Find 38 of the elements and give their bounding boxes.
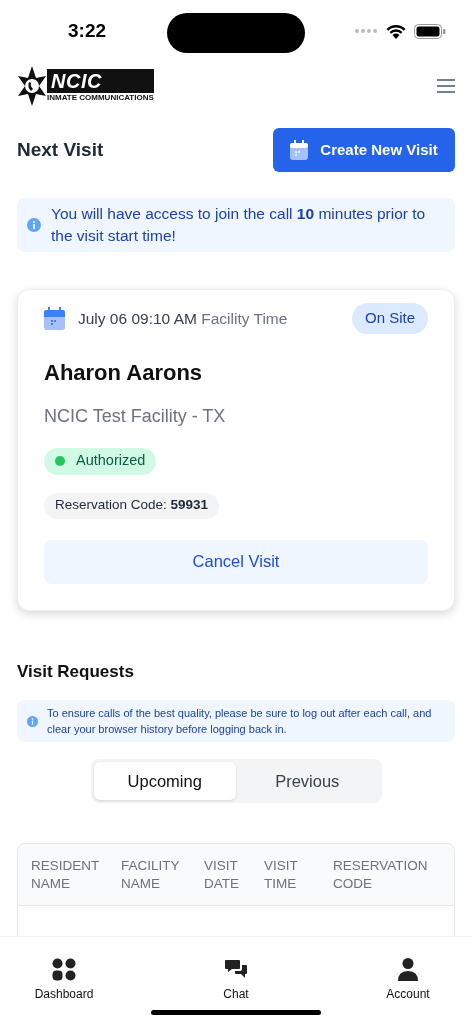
status-badge: Authorized	[44, 447, 157, 475]
wifi-icon	[386, 23, 406, 39]
nav-item[interactable]: Account	[378, 957, 438, 1003]
logo-wordmark: NCIC	[47, 69, 154, 93]
status-time: 3:22	[68, 18, 107, 43]
chat-icon	[225, 959, 247, 979]
time-zone-label: Facility Time	[201, 309, 288, 327]
cancel-visit-button[interactable]: Cancel Visit	[44, 539, 428, 584]
section-title: Visit Requests	[17, 660, 135, 683]
column-header: FACILITY NAME	[121, 856, 181, 893]
battery-icon	[414, 23, 446, 39]
logo-tagline: INMATE COMMUNICATIONS	[47, 93, 154, 103]
signal-icon	[354, 28, 378, 34]
column-header: VISIT DATE	[204, 856, 240, 893]
nav-item[interactable]: Dashboard	[34, 957, 94, 1003]
tab[interactable]: Upcoming	[93, 762, 236, 800]
grid-icon	[52, 957, 76, 981]
section-title: Next Visit	[17, 137, 104, 162]
column-header: RESERVATION CODE	[333, 856, 429, 893]
create-visit-button[interactable]: Create New Visit	[273, 128, 455, 172]
info-text: You will have access to join the call 10 minutes prior to the visit start time!	[51, 204, 427, 246]
nav-item[interactable]: Chat	[206, 957, 266, 1003]
info-icon	[27, 218, 41, 232]
calendar-icon	[290, 140, 309, 160]
sheriff-star-icon	[17, 64, 47, 108]
column-header: RESIDENT NAME	[31, 856, 100, 893]
visit-type-badge: On Site	[351, 303, 428, 334]
tab[interactable]: Previous	[236, 762, 379, 800]
info-icon	[27, 715, 38, 727]
visit-date: July 06 09:10 AM	[78, 309, 197, 327]
info-text: To ensure calls of the best quality, please be sure to log out after each call, and clear your browser history before logging back in.	[47, 706, 433, 737]
column-header: VISIT TIME	[264, 856, 299, 893]
facility-name: NCIC Test Facility - TX	[44, 404, 227, 428]
resident-name: Aharon Aarons	[44, 358, 204, 387]
calendar-icon	[44, 306, 65, 330]
person-icon	[398, 957, 418, 981]
reservation-code: Reservation Code: 59931	[44, 492, 220, 519]
menu-icon[interactable]	[437, 79, 455, 93]
